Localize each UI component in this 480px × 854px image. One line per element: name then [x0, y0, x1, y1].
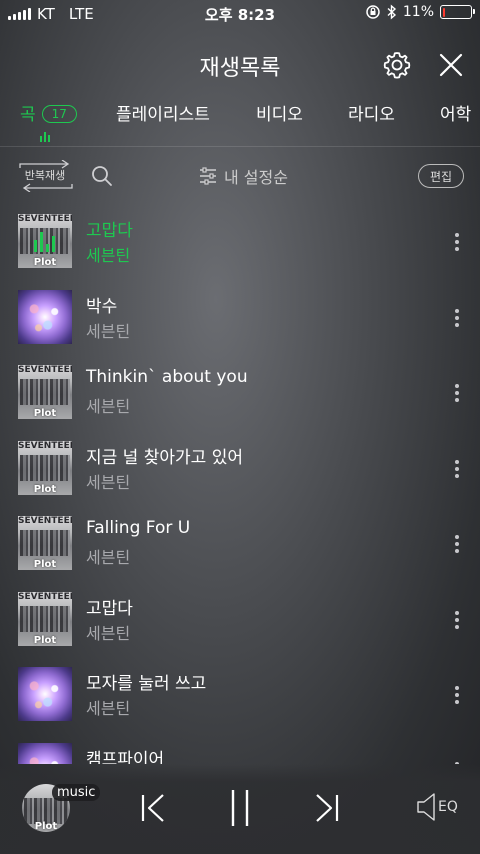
settings-button[interactable]	[380, 48, 414, 82]
song-row[interactable]: 모자를 눌러 쓰고세븐틴	[0, 657, 480, 732]
music-badge: music	[52, 784, 101, 801]
repeat-label: 반복재생	[24, 169, 66, 182]
album-art: SEVENTEEN Plot	[18, 365, 72, 419]
close-button[interactable]	[434, 48, 468, 82]
more-options-icon[interactable]	[446, 606, 468, 634]
song-list: SEVENTEEN Plot 고맙다 세븐틴 박수 세븐틴 SEVENTEEN Plot Thi…	[0, 204, 480, 764]
more-options-icon[interactable]	[446, 757, 468, 764]
next-button[interactable]	[312, 792, 342, 824]
battery-icon	[440, 5, 475, 19]
song-artist: 세븐틴	[86, 623, 131, 643]
song-row[interactable]: SEVENTEEN Plot Thinkin` about you 세븐틴	[0, 355, 480, 430]
tab-songs-label: 곡	[20, 105, 36, 125]
song-title: 캠프파이어	[86, 749, 165, 765]
song-artist: 세븐틴	[86, 321, 131, 341]
more-options-icon[interactable]	[446, 304, 468, 332]
previous-button[interactable]	[138, 792, 168, 824]
album-art-brand-text: SEVENTEEN	[18, 214, 72, 224]
skip-previous-icon	[141, 794, 164, 822]
gear-icon	[383, 52, 411, 79]
album-art: SEVENTEEN Plot	[18, 440, 72, 495]
tab-radio[interactable]: 라디오	[348, 100, 395, 125]
song-title: 지금 널 찾아가고 있어	[86, 447, 243, 468]
eq-label: EQ	[438, 799, 458, 815]
album-art-plot-text: Plot	[33, 257, 57, 268]
repeat-button[interactable]: 반복재생	[18, 160, 73, 192]
song-title: 박수	[86, 296, 118, 317]
bluetooth-icon	[387, 4, 396, 20]
album-art-brand-text: SEVENTEEN	[18, 516, 72, 526]
edit-button[interactable]: 편집	[418, 164, 464, 188]
battery-percent: 11%	[402, 4, 434, 20]
now-playing-equalizer-icon	[34, 232, 55, 252]
tab-songs-count: 17	[41, 105, 77, 123]
album-art: SEVENTEEN Plot	[18, 516, 72, 570]
pause-button[interactable]	[226, 788, 254, 828]
tab-songs[interactable]: 곡 17	[20, 100, 77, 125]
sort-label: 내 설정순	[224, 168, 288, 187]
search-button[interactable]	[90, 164, 114, 188]
album-art-plot-text: Plot	[33, 634, 57, 646]
more-options-icon[interactable]	[446, 530, 468, 558]
now-playing-indicator-icon	[40, 132, 50, 142]
tab-playlists[interactable]: 플레이리스트	[116, 100, 210, 125]
list-toolbar: 반복재생 내 설정순 편집	[0, 158, 480, 194]
album-art-plot-text: Plot	[34, 821, 58, 832]
album-art-brand-text: SEVENTEEN	[18, 365, 72, 375]
album-art: SEVENTEEN Plot	[18, 214, 72, 268]
more-options-icon[interactable]	[446, 455, 468, 483]
orientation-lock-icon	[366, 5, 380, 19]
status-bar: KT LTE 오후 8:23 11%	[0, 0, 480, 28]
more-options-icon[interactable]	[446, 379, 468, 407]
song-title: 고맙다	[86, 598, 133, 619]
album-art: SEVENTEEN Plot	[18, 591, 72, 646]
album-art-plot-text: Plot	[33, 408, 57, 419]
more-options-icon[interactable]	[446, 228, 468, 256]
header: 재생목록	[0, 40, 480, 90]
close-icon	[439, 53, 463, 77]
song-row[interactable]: SEVENTEEN Plot 지금 널 찾아가고 있어세븐틴	[0, 431, 480, 506]
status-right: 11%	[365, 4, 475, 20]
song-title: Falling For U	[86, 518, 191, 538]
song-row[interactable]: 캠프파이어세븐틴	[0, 733, 480, 765]
battery-fill	[442, 7, 446, 17]
song-title: 고맙다	[86, 221, 133, 241]
song-row[interactable]: SEVENTEEN Plot 고맙다세븐틴	[0, 204, 480, 279]
song-title: Thinkin` about you	[86, 367, 248, 387]
sort-button[interactable]: 내 설정순	[198, 164, 288, 188]
song-row[interactable]: SEVENTEEN Plot 고맙다세븐틴	[0, 582, 480, 657]
eq-button[interactable]: EQ	[416, 792, 462, 822]
player-bar: Plot music EQ	[0, 764, 480, 854]
more-options-icon[interactable]	[446, 681, 468, 709]
speaker-icon	[417, 793, 435, 821]
tab-bar: 곡 17 플레이리스트 비디오 라디오 어학	[0, 96, 480, 146]
song-artist: 세븐틴	[86, 472, 131, 492]
album-art	[18, 289, 72, 344]
tab-videos[interactable]: 비디오	[256, 100, 303, 125]
album-art-plot-text: Plot	[33, 559, 57, 570]
song-title: 모자를 눌러 쓰고	[86, 674, 207, 694]
album-art	[18, 742, 72, 764]
song-row[interactable]: SEVENTEEN Plot Falling For U 세븐틴	[0, 506, 480, 581]
album-art	[18, 667, 72, 721]
album-art-brand-text: SEVENTEEN	[18, 591, 72, 602]
song-row[interactable]: 박수세븐틴	[0, 280, 480, 355]
song-artist: 세븐틴	[86, 548, 131, 567]
song-artist: 세븐틴	[86, 246, 131, 265]
song-artist: 세븐틴	[86, 397, 131, 416]
tab-language[interactable]: 어학	[440, 100, 471, 125]
album-art-plot-text: Plot	[33, 483, 57, 495]
search-icon	[92, 166, 112, 186]
pause-icon	[231, 790, 249, 826]
song-artist: 세븐틴	[86, 699, 131, 718]
album-art-brand-text: SEVENTEEN	[18, 440, 72, 451]
tab-divider	[0, 146, 480, 147]
skip-next-icon	[316, 794, 339, 822]
sliders-icon	[200, 167, 216, 185]
